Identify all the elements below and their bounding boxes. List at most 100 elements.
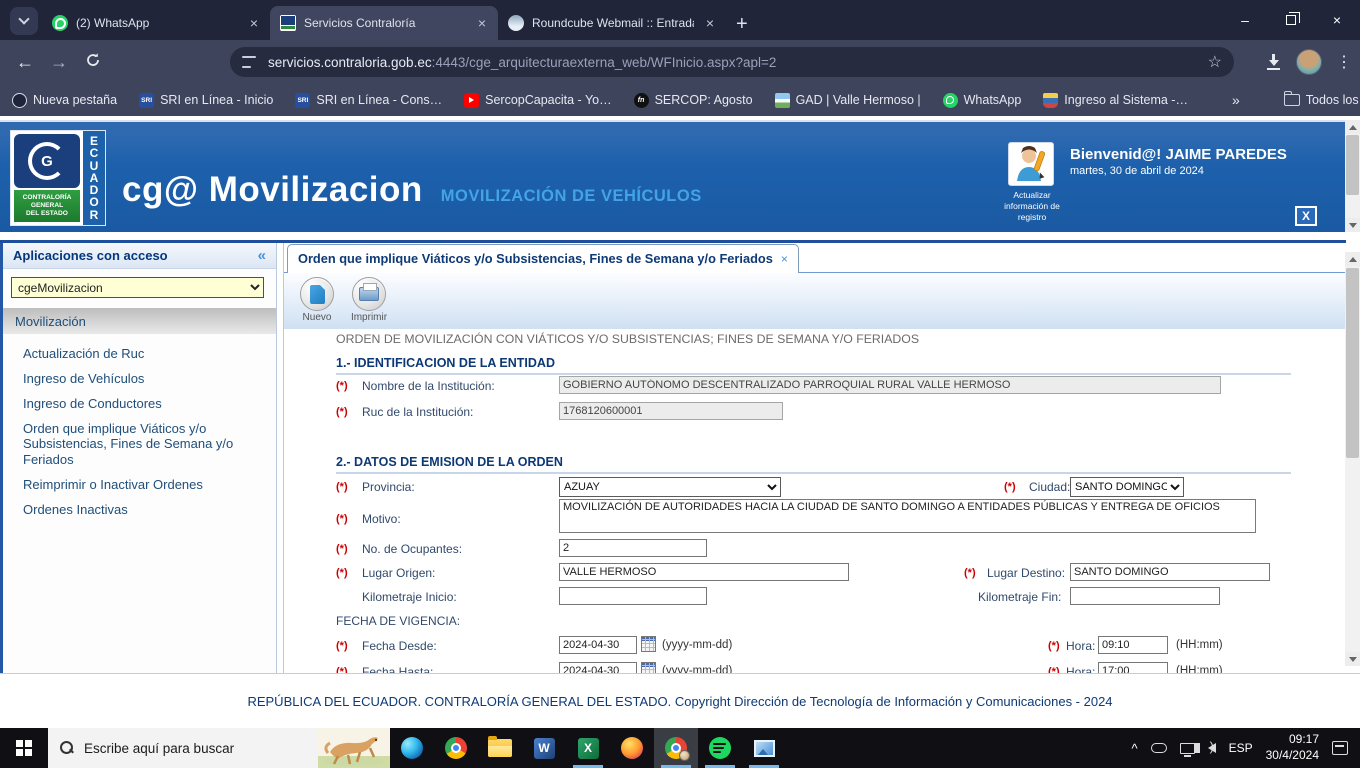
bookmark-star-icon[interactable]: ☆ xyxy=(1208,52,1222,72)
sidebar-item-ingreso-vehiculos[interactable]: Ingreso de Vehículos xyxy=(23,371,260,387)
scrollbar-thumb[interactable] xyxy=(1346,268,1359,458)
network-icon[interactable] xyxy=(1180,743,1195,754)
taskbar-firefox[interactable] xyxy=(610,728,654,768)
hora-hasta-input[interactable] xyxy=(1098,662,1168,673)
fecha-hasta-input[interactable] xyxy=(559,662,637,673)
form-title: ORDEN DE MOVILIZACIÓN CON VIÁTICOS Y/O S… xyxy=(336,332,919,346)
content-scrollbar[interactable] xyxy=(1345,252,1360,666)
bookmark-sercop-agosto[interactable]: fnSERCOP: Agosto xyxy=(634,93,753,108)
km-inicio-input[interactable] xyxy=(559,587,707,605)
hidden-icons-chevron-icon[interactable]: ^ xyxy=(1131,741,1137,756)
scroll-down-icon[interactable] xyxy=(1345,218,1360,232)
tab-search-button[interactable] xyxy=(10,7,38,35)
bookmarks-overflow-icon[interactable]: » xyxy=(1232,92,1240,108)
ocupantes-input[interactable] xyxy=(559,539,707,557)
firefox-icon xyxy=(621,737,643,759)
fecha-hasta-label: Fecha Hasta: xyxy=(362,665,433,673)
volume-icon[interactable] xyxy=(1208,743,1216,753)
logo-ecuador-label: ECUADOR xyxy=(83,131,105,225)
ciudad-select[interactable]: SANTO DOMINGO xyxy=(1070,477,1184,497)
profile-avatar[interactable] xyxy=(1296,49,1322,75)
ruc-institucion-input[interactable] xyxy=(559,402,783,420)
collapse-sidebar-icon[interactable]: « xyxy=(258,247,266,264)
tab-close-icon[interactable]: × xyxy=(474,15,490,31)
close-window-button[interactable]: × xyxy=(1314,0,1360,40)
hora-desde-input[interactable] xyxy=(1098,636,1168,654)
print-button[interactable]: Imprimir xyxy=(348,277,390,329)
language-indicator[interactable]: ESP xyxy=(1229,741,1253,755)
new-tab-button[interactable]: + xyxy=(726,13,758,40)
address-bar[interactable]: servicios.contraloria.gob.ec:4443/cge_ar… xyxy=(230,47,1234,77)
taskbar-word[interactable]: W xyxy=(522,728,566,768)
sidebar-item-reimprimir-ordenes[interactable]: Reimprimir o Inactivar Ordenes xyxy=(23,477,260,493)
taskbar-file-explorer[interactable] xyxy=(478,728,522,768)
nombre-institucion-label: Nombre de la Institución: xyxy=(362,379,495,393)
scrollbar-thumb[interactable] xyxy=(1346,135,1359,195)
new-button[interactable]: Nuevo xyxy=(296,277,338,329)
tab-close-icon[interactable]: × xyxy=(781,252,788,266)
browser-menu-icon[interactable]: ⋮ xyxy=(1336,52,1352,72)
taskbar-clock[interactable]: 09:17 30/4/2024 xyxy=(1266,732,1319,763)
bookmark-nueva-pestana[interactable]: Nueva pestaña xyxy=(12,93,117,108)
downloads-icon[interactable] xyxy=(1266,54,1282,70)
taskbar-spotify[interactable] xyxy=(698,728,742,768)
lugar-origen-input[interactable] xyxy=(559,563,849,581)
sidebar-item-ordenes-inactivas[interactable]: Ordenes Inactivas xyxy=(23,502,260,518)
calendar-icon[interactable] xyxy=(641,636,656,652)
taskbar-edge[interactable] xyxy=(390,728,434,768)
search-icon xyxy=(60,741,74,755)
motivo-textarea[interactable]: MOVILIZACIÓN DE AUTORIDADES HACIA LA CIU… xyxy=(559,499,1256,533)
browser-tab-roundcube[interactable]: Roundcube Webmail :: Entrada × xyxy=(498,6,726,40)
restore-button[interactable] xyxy=(1268,0,1314,40)
nombre-institucion-input[interactable] xyxy=(559,376,1221,394)
tab-close-icon[interactable]: × xyxy=(702,15,718,31)
back-button[interactable]: ← xyxy=(8,52,42,73)
lugar-destino-input[interactable] xyxy=(1070,563,1270,581)
scroll-up-icon[interactable] xyxy=(1345,252,1360,266)
taskbar-excel[interactable]: X xyxy=(566,728,610,768)
forward-button[interactable]: → xyxy=(42,52,76,73)
start-button[interactable] xyxy=(0,728,48,768)
reload-button[interactable] xyxy=(76,52,110,73)
bookmark-sri-inicio[interactable]: SRISRI en Línea - Inicio xyxy=(139,93,273,108)
sidebar-title: Aplicaciones con acceso xyxy=(13,248,258,263)
site-info-icon[interactable] xyxy=(242,56,258,68)
sidebar-item-actualizacion-ruc[interactable]: Actualización de Ruc xyxy=(23,346,260,362)
session-close-button[interactable]: X xyxy=(1295,206,1317,226)
tab-orden-viaticos[interactable]: Orden que implique Viáticos y/o Subsiste… xyxy=(287,244,799,273)
bookmark-whatsapp[interactable]: WhatsApp xyxy=(943,93,1022,108)
bookmark-gad-valle-hermoso[interactable]: GAD | Valle Hermoso | xyxy=(775,93,921,108)
bookmark-sri-consultas[interactable]: SRISRI en Línea - Cons… xyxy=(295,93,442,108)
browser-toolbar: ← → servicios.contraloria.gob.ec:4443/cg… xyxy=(0,40,1360,84)
bookmark-ingreso-sistema[interactable]: Ingreso al Sistema -… xyxy=(1043,93,1188,108)
browser-tab-whatsapp[interactable]: (2) WhatsApp × xyxy=(42,6,270,40)
update-registration-avatar[interactable] xyxy=(1008,142,1054,186)
print-button-label: Imprimir xyxy=(348,312,390,323)
globe-icon xyxy=(12,93,27,108)
sri-icon: SRI xyxy=(139,93,154,108)
all-bookmarks-button[interactable]: Todos los marcadores xyxy=(1284,93,1360,107)
notifications-icon[interactable] xyxy=(1332,741,1348,755)
sidebar-item-orden-viaticos[interactable]: Orden que implique Viáticos y/o Subsiste… xyxy=(23,421,260,469)
taskbar-chrome-profile[interactable] xyxy=(654,728,698,768)
scroll-up-icon[interactable] xyxy=(1345,120,1360,134)
application-select[interactable]: cgeMovilizacion xyxy=(11,277,264,298)
app-subtitle: MOVILIZACIÓN DE VEHÍCULOS xyxy=(441,187,702,206)
calendar-icon[interactable] xyxy=(641,662,656,673)
minimize-button[interactable]: – xyxy=(1222,0,1268,40)
km-fin-input[interactable] xyxy=(1070,587,1220,605)
scroll-down-icon[interactable] xyxy=(1345,652,1360,666)
required-mark: (*) xyxy=(1048,640,1060,652)
bookmark-sercopcapacita[interactable]: SercopCapacita - Yo… xyxy=(464,93,611,108)
browser-tab-servicios-contraloria[interactable]: Servicios Contraloría × xyxy=(270,6,498,40)
taskbar-photos[interactable] xyxy=(742,728,786,768)
header-scrollbar[interactable] xyxy=(1345,120,1360,232)
taskbar-chrome[interactable] xyxy=(434,728,478,768)
onedrive-icon[interactable] xyxy=(1151,743,1167,753)
sidebar-item-ingreso-conductores[interactable]: Ingreso de Conductores xyxy=(23,396,260,412)
fecha-desde-input[interactable] xyxy=(559,636,637,654)
sidebar-group-movilizacion[interactable]: Movilización xyxy=(3,308,276,334)
tab-close-icon[interactable]: × xyxy=(246,15,262,31)
provincia-select[interactable]: AZUAY xyxy=(559,477,781,497)
taskbar-search[interactable]: Escribe aquí para buscar xyxy=(48,728,390,768)
